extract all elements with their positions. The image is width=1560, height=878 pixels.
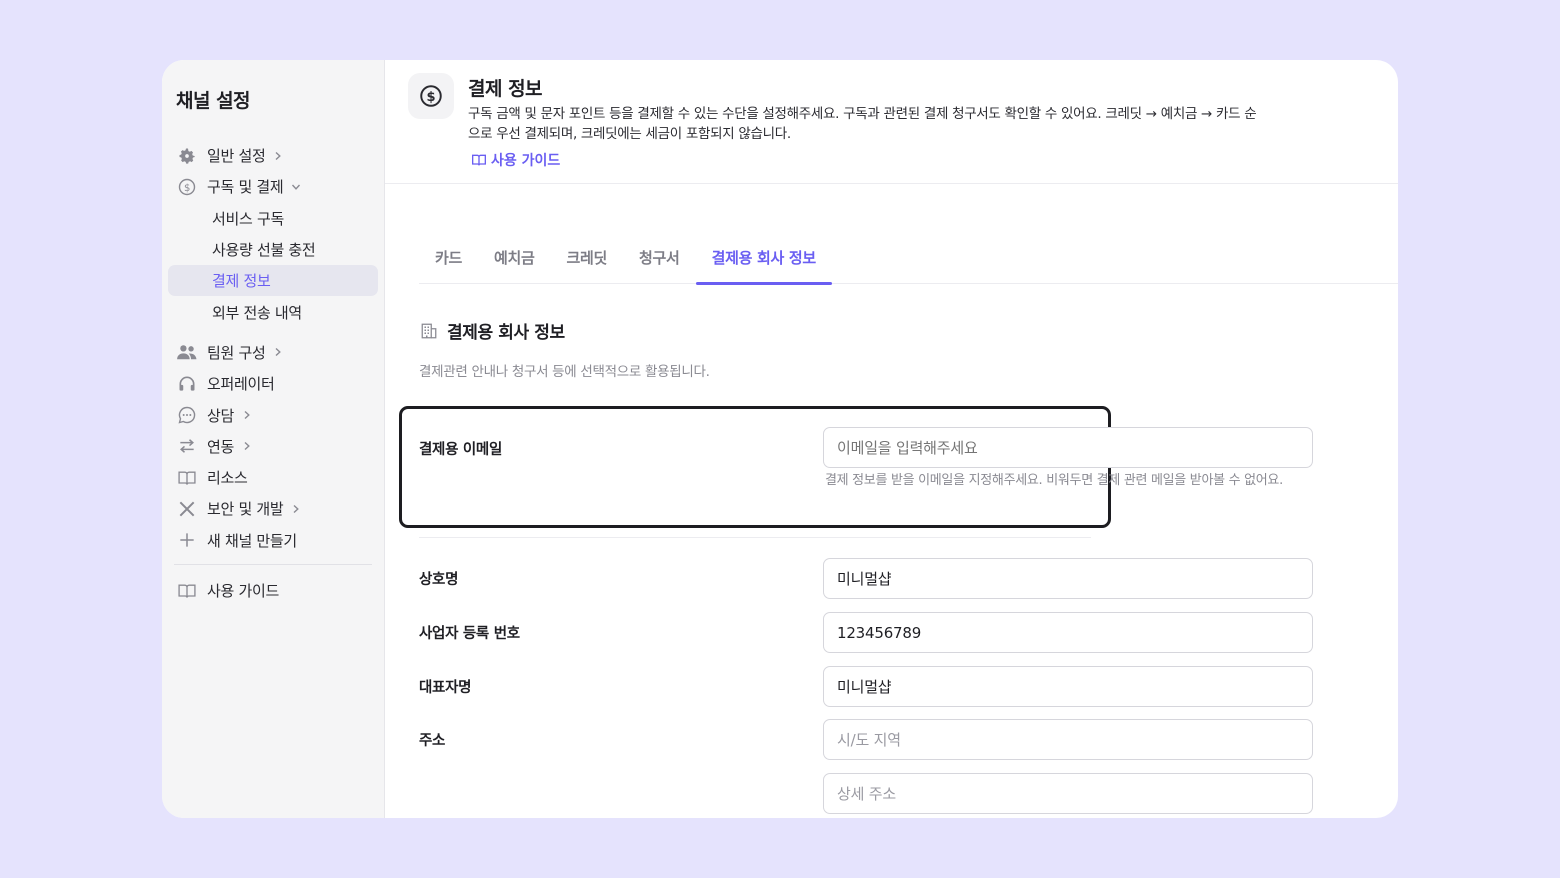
tab-credit[interactable]: 크레딧 [551, 238, 624, 284]
svg-text:$: $ [426, 90, 435, 105]
sidebar-item-general[interactable]: 일반 설정 [162, 140, 384, 171]
guide-link[interactable]: 사용 가이드 [471, 150, 560, 170]
chevron-right-icon [273, 346, 285, 358]
sidebar-item-label: 구독 및 결제 [207, 178, 284, 197]
settings-window: 채널 설정 일반 설정 $ 구독 및 결제 서비스 구독 사용량 선불 충전 결… [162, 60, 1398, 818]
arrows-icon [176, 435, 198, 457]
sidebar-item-label: 새 채널 만들기 [207, 531, 297, 550]
book-icon [471, 152, 487, 168]
chevron-right-icon [242, 440, 254, 452]
chevron-right-icon [291, 503, 303, 515]
gear-icon [176, 145, 198, 167]
sidebar-item-team[interactable]: 팀원 구성 [162, 337, 384, 368]
sidebar-item-guide[interactable]: 사용 가이드 [162, 575, 384, 606]
sidebar-item-security[interactable]: 보안 및 개발 [162, 493, 384, 524]
chat-icon [176, 404, 198, 426]
sidebar-title: 채널 설정 [176, 90, 251, 112]
email-input[interactable] [823, 427, 1313, 468]
chevron-right-icon [273, 150, 285, 162]
sidebar-item-label: 일반 설정 [207, 147, 266, 166]
section-title: 결제용 회사 정보 [420, 318, 565, 343]
svg-text:$: $ [184, 183, 190, 194]
sidebar-item-label: 보안 및 개발 [207, 500, 284, 519]
plus-icon [176, 529, 198, 551]
page-description: 구독 금액 및 문자 포인트 등을 결제할 수 있는 수단을 설정해주세요. 구… [468, 106, 1257, 142]
main-content: $ 결제 정보 구독 금액 및 문자 포인트 등을 결제할 수 있는 수단을 설… [385, 60, 1398, 818]
representative-label: 대표자명 [419, 680, 472, 696]
sidebar-item-new-channel[interactable]: 새 채널 만들기 [162, 525, 384, 556]
form-divider [419, 537, 1091, 538]
sidebar-subitem-payment-info[interactable]: 결제 정보 [168, 265, 378, 297]
section-description: 결제관련 안내나 청구서 등에 선택적으로 활용됩니다. [419, 364, 710, 380]
book-icon [176, 467, 198, 489]
sidebar-item-consultation[interactable]: 상담 [162, 399, 384, 430]
headset-icon [176, 373, 198, 395]
address-label: 주소 [419, 733, 446, 749]
sidebar-item-label: 연동 [207, 437, 235, 456]
sidebar-item-operator[interactable]: 오퍼레이터 [162, 368, 384, 399]
guide-link-label: 사용 가이드 [491, 153, 561, 169]
payment-tabs: 카드 예치금 크레딧 청구서 결제용 회사 정보 [419, 238, 1398, 285]
company-name-input[interactable]: 미니멀샵 [823, 558, 1313, 599]
sidebar-item-label: 팀원 구성 [207, 343, 266, 362]
sidebar-subitem-service-subscription[interactable]: 서비스 구독 [168, 203, 378, 234]
email-label: 결제용 이메일 [419, 442, 502, 458]
representative-input[interactable]: 미니멀샵 [823, 666, 1313, 707]
sidebar-item-label: 리소스 [207, 469, 248, 488]
tab-invoice[interactable]: 청구서 [623, 238, 696, 284]
sidebar-divider [174, 563, 372, 565]
sidebar-subitem-prepaid-charge[interactable]: 사용량 선불 충전 [168, 234, 378, 265]
sidebar-item-subscription[interactable]: $ 구독 및 결제 [162, 171, 384, 202]
sidebar-item-integration[interactable]: 연동 [162, 431, 384, 462]
address-region-input[interactable]: 시/도 지역 [823, 719, 1313, 760]
dollar-icon: $ [408, 73, 454, 119]
tab-company-info[interactable]: 결제용 회사 정보 [695, 238, 833, 285]
company-name-label: 상호명 [419, 572, 459, 588]
tab-card[interactable]: 카드 [419, 238, 478, 284]
business-number-label: 사업자 등록 번호 [419, 626, 520, 642]
tab-deposit[interactable]: 예치금 [478, 238, 551, 284]
page-header: $ 결제 정보 구독 금액 및 문자 포인트 등을 결제할 수 있는 수단을 설… [385, 60, 1398, 184]
chevron-down-icon [291, 181, 303, 193]
page-title: 결제 정보 [468, 78, 543, 100]
dollar-icon: $ [176, 176, 198, 198]
sidebar-item-resources[interactable]: 리소스 [162, 462, 384, 493]
people-icon [176, 341, 198, 363]
sidebar: 채널 설정 일반 설정 $ 구독 및 결제 서비스 구독 사용량 선불 충전 결… [162, 60, 385, 818]
sidebar-item-label: 오퍼레이터 [207, 375, 275, 394]
sidebar-nav: 일반 설정 $ 구독 및 결제 서비스 구독 사용량 선불 충전 결제 정보 외… [162, 140, 384, 606]
book-icon [176, 580, 198, 602]
sidebar-subitem-external-history[interactable]: 외부 전송 내역 [168, 296, 378, 327]
building-icon [420, 322, 438, 340]
tools-icon [176, 498, 198, 520]
section-title-text: 결제용 회사 정보 [447, 323, 565, 343]
chevron-right-icon [242, 409, 254, 421]
address-detail-input[interactable]: 상세 주소 [823, 773, 1313, 814]
sidebar-item-label: 상담 [207, 406, 235, 425]
email-help-text: 결제 정보를 받을 이메일을 지정해주세요. 비워두면 결제 관련 메일을 받아… [825, 473, 1283, 488]
business-number-input[interactable]: 123456789 [823, 612, 1313, 653]
sidebar-item-label: 사용 가이드 [207, 582, 279, 600]
